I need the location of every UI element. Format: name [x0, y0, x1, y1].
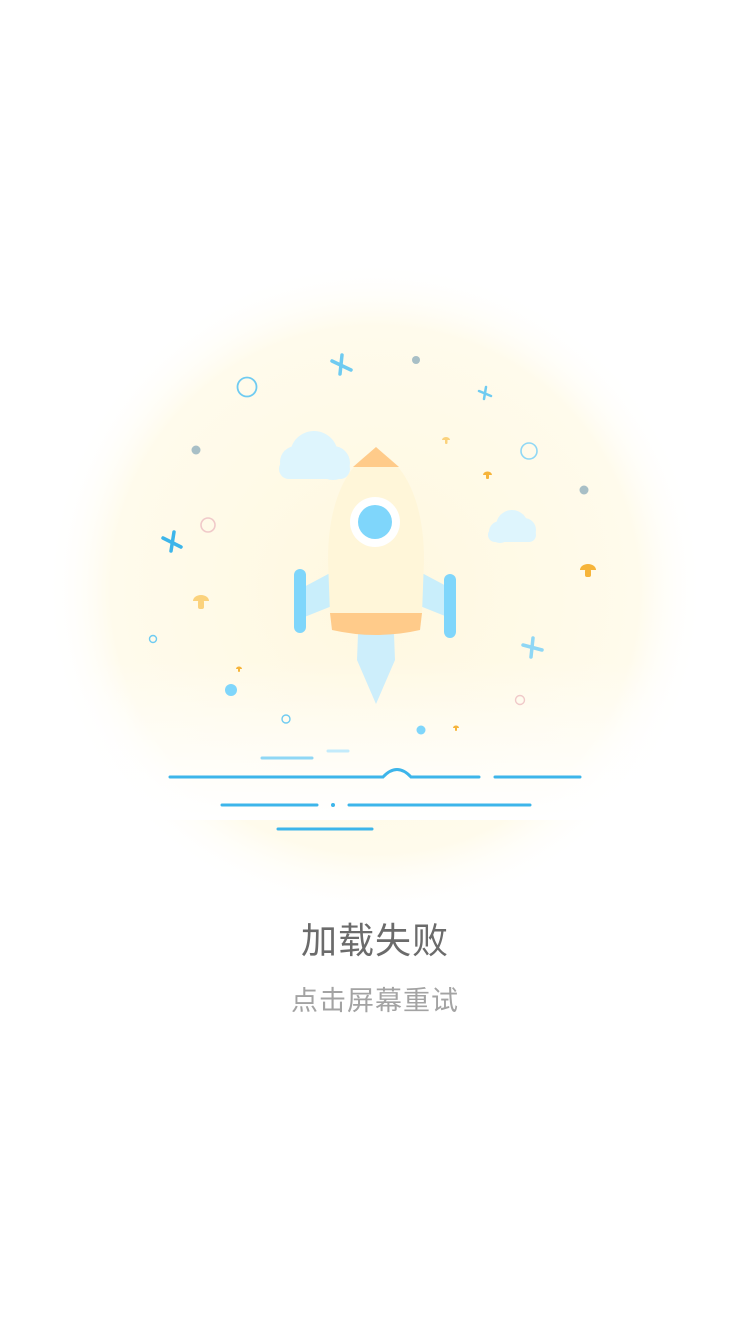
- rocket-window: [358, 505, 392, 539]
- retry-area[interactable]: 加载失败 点击屏幕重试: [0, 0, 750, 1334]
- dot-icon: [579, 485, 589, 495]
- rocket-illustration: [0, 264, 750, 900]
- dot-icon: [225, 684, 237, 696]
- error-title: 加载失败: [300, 921, 449, 962]
- dot-icon: [416, 725, 426, 735]
- rocket-base: [330, 613, 422, 635]
- dot-icon: [191, 445, 201, 455]
- dot-icon: [412, 356, 420, 364]
- retry-hint[interactable]: 点击屏幕重试: [0, 982, 750, 1022]
